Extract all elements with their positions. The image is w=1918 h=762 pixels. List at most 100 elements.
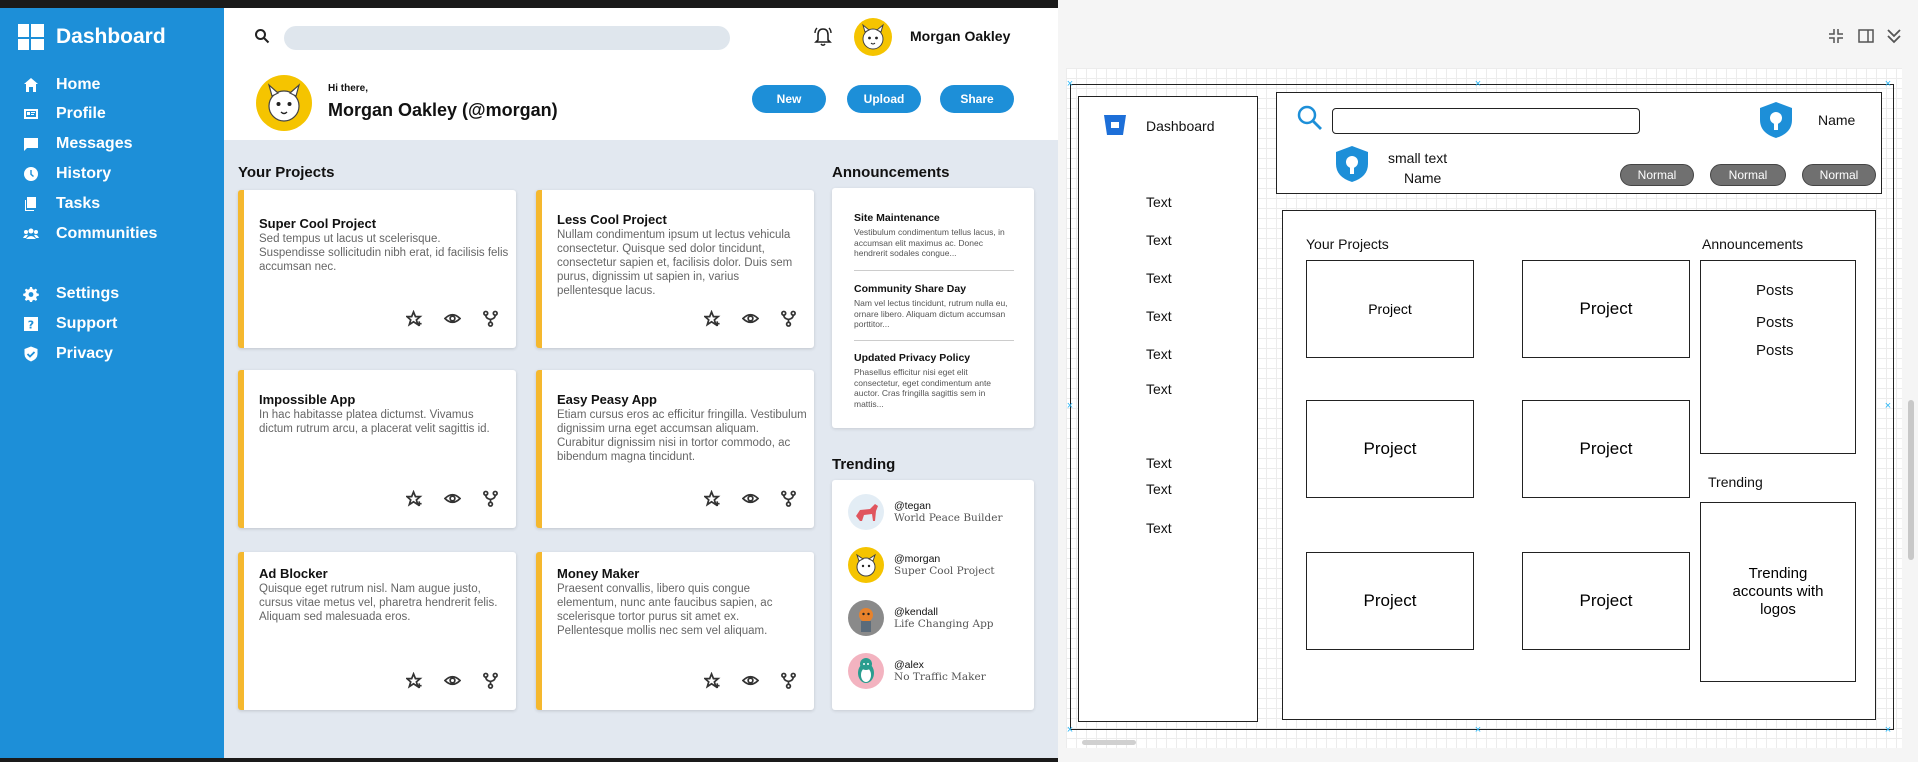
watch-icon[interactable] xyxy=(442,488,462,508)
watch-icon[interactable] xyxy=(740,308,760,328)
project-card[interactable]: Ad Blocker Quisque eget rutrum nisl. Nam… xyxy=(238,552,516,710)
fork-icon[interactable] xyxy=(778,670,798,690)
share-button[interactable]: Share xyxy=(940,85,1014,113)
greeting-label: Hi there, xyxy=(328,83,369,94)
project-title: Ad Blocker xyxy=(259,566,328,581)
user-name[interactable]: Morgan Oakley xyxy=(910,28,1010,44)
star-add-icon[interactable] xyxy=(404,488,424,508)
sidebar-item-history[interactable]: History xyxy=(22,165,111,183)
project-card[interactable]: Easy Peasy App Etiam cursus eros ac effi… xyxy=(536,370,814,528)
horizontal-scrollbar[interactable] xyxy=(1082,740,1136,745)
wireframe-sidebar-item[interactable]: Text xyxy=(1146,270,1172,286)
upload-button[interactable]: Upload xyxy=(847,85,921,113)
resize-handle[interactable]: × xyxy=(1066,401,1074,412)
wireframe-sidebar[interactable] xyxy=(1078,96,1258,722)
watch-icon[interactable] xyxy=(740,670,760,690)
collapse-icon[interactable] xyxy=(1826,26,1846,46)
announcement-body: Vestibulum condimentum tellus lacus, in … xyxy=(854,227,1005,258)
project-desc: Quisque eget rutrum nisl. Nam augue just… xyxy=(259,583,498,623)
sidebar-item-profile[interactable]: Profile xyxy=(22,105,106,123)
avatar[interactable] xyxy=(854,18,892,56)
wireframe-search-input[interactable] xyxy=(1332,108,1640,134)
wireframe-pill-button[interactable]: Normal xyxy=(1710,164,1786,186)
star-add-icon[interactable] xyxy=(404,670,424,690)
wireframe-post: Posts xyxy=(1756,314,1794,331)
wireframe-sidebar-item[interactable]: Text xyxy=(1146,308,1172,324)
fork-icon[interactable] xyxy=(480,670,500,690)
trending-item[interactable]: @morgan Super Cool Project xyxy=(848,547,995,583)
star-add-icon[interactable] xyxy=(404,308,424,328)
sidebar-item-communities[interactable]: Communities xyxy=(22,225,157,243)
fork-icon[interactable] xyxy=(778,308,798,328)
star-add-icon[interactable] xyxy=(702,670,722,690)
trending-item[interactable]: @tegan World Peace Builder xyxy=(848,494,1003,530)
sidebar-item-privacy[interactable]: Privacy xyxy=(22,345,113,363)
wireframe-pill-button[interactable]: Normal xyxy=(1620,164,1694,186)
fork-icon[interactable] xyxy=(480,488,500,508)
dashboard-app: Dashboard Home Profile Messages History … xyxy=(0,0,1058,762)
sidebar-item-messages[interactable]: Messages xyxy=(22,135,133,153)
announcement-item[interactable]: Community Share Day Nam vel lectus tinci… xyxy=(854,283,1014,330)
penguin-avatar-icon xyxy=(848,653,884,689)
wireframe-sidebar-item[interactable]: Text xyxy=(1146,481,1172,497)
search-input[interactable] xyxy=(284,26,730,50)
bell-icon[interactable] xyxy=(812,26,834,48)
announcement-item[interactable]: Site Maintenance Vestibulum condimentum … xyxy=(854,212,1014,259)
project-card[interactable]: Impossible App In hac habitasse platea d… xyxy=(238,370,516,528)
wireframe-sidebar-item[interactable]: Text xyxy=(1146,455,1172,471)
bucket-logo-icon xyxy=(1104,115,1126,135)
watch-icon[interactable] xyxy=(442,670,462,690)
vertical-scrollbar[interactable] xyxy=(1908,400,1914,560)
wireframe-project-box[interactable]: Project xyxy=(1306,400,1474,498)
canvas[interactable]: × × × × × × × × Dashboard Text Text Text… xyxy=(1066,68,1902,748)
wireframe-project-box[interactable]: Project xyxy=(1306,552,1474,650)
wireframe-sidebar-item[interactable]: Text xyxy=(1146,381,1172,397)
chevron-double-down-icon[interactable] xyxy=(1884,26,1904,46)
resize-handle[interactable]: × xyxy=(1474,79,1482,90)
watch-icon[interactable] xyxy=(442,308,462,328)
wireframe-sidebar-item[interactable]: Text xyxy=(1146,520,1172,536)
resize-handle[interactable]: × xyxy=(1884,725,1892,736)
wireframe-post: Posts xyxy=(1756,342,1794,359)
sidebar-item-home[interactable]: Home xyxy=(22,76,100,94)
sidebar-item-settings[interactable]: Settings xyxy=(22,285,119,303)
wireframe-sidebar-item[interactable]: Text xyxy=(1146,194,1172,210)
wireframe-trending-box[interactable]: Trending accounts with logos xyxy=(1700,502,1856,682)
wireframe-project-box[interactable]: Project xyxy=(1522,400,1690,498)
wireframe-pill-button[interactable]: Normal xyxy=(1802,164,1876,186)
star-add-icon[interactable] xyxy=(702,308,722,328)
trending-item[interactable]: @alex No Traffic Maker xyxy=(848,653,986,689)
sidebar-item-label: Home xyxy=(56,76,101,93)
wireframe-project-box[interactable]: Project xyxy=(1306,260,1474,358)
search-icon[interactable] xyxy=(254,28,270,44)
resize-handle[interactable]: × xyxy=(1884,79,1892,90)
project-card[interactable]: Money Maker Praesent convallis, libero q… xyxy=(536,552,814,710)
wireframe-project-box[interactable]: Project xyxy=(1522,552,1690,650)
trending-handle: @morgan xyxy=(894,553,941,565)
sidebar-item-support[interactable]: ? Support xyxy=(22,315,117,333)
wireframe-sidebar-item[interactable]: Text xyxy=(1146,232,1172,248)
project-card[interactable]: Super Cool Project Sed tempus ut lacus u… xyxy=(238,190,516,348)
trending-item[interactable]: @kendall Life Changing App xyxy=(848,600,994,636)
new-button[interactable]: New xyxy=(752,85,826,113)
project-card[interactable]: Less Cool Project Nullam condimentum ips… xyxy=(536,190,814,348)
brand[interactable]: Dashboard xyxy=(18,24,166,50)
resize-handle[interactable]: × xyxy=(1884,401,1892,412)
wireframe-project-box[interactable]: Project xyxy=(1522,260,1690,358)
watch-icon[interactable] xyxy=(740,488,760,508)
star-add-icon[interactable] xyxy=(702,488,722,508)
resize-handle[interactable]: × xyxy=(1066,79,1074,90)
announcement-item[interactable]: Updated Privacy Policy Phasellus efficit… xyxy=(854,352,1014,409)
resize-handle[interactable]: × xyxy=(1474,725,1482,736)
sidebar-item-label: Communities xyxy=(56,225,158,242)
wireframe-sidebar-item[interactable]: Text xyxy=(1146,346,1172,362)
fork-icon[interactable] xyxy=(778,488,798,508)
announcement-title: Community Share Day xyxy=(854,283,967,295)
panel-toggle-icon[interactable] xyxy=(1856,26,1876,46)
fork-icon[interactable] xyxy=(480,308,500,328)
trending-subtitle: World Peace Builder xyxy=(894,512,1003,524)
resize-handle[interactable]: × xyxy=(1066,725,1074,736)
svg-text:?: ? xyxy=(28,319,34,332)
project-desc: In hac habitasse platea dictumst. Vivamu… xyxy=(259,409,490,435)
sidebar-item-tasks[interactable]: Tasks xyxy=(22,195,100,213)
